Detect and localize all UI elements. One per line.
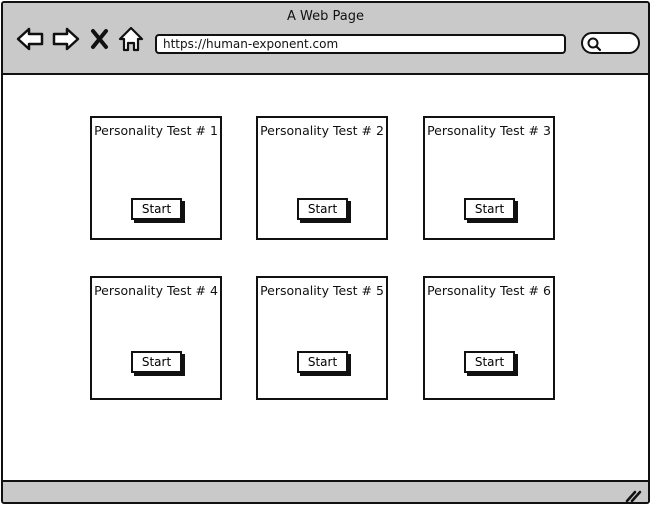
- search-icon[interactable]: [586, 36, 602, 52]
- test-card-title: Personality Test # 6: [427, 283, 551, 298]
- page-content: Personality Test # 1 Start Personality T…: [3, 75, 648, 480]
- url-field[interactable]: https://human-exponent.com: [155, 34, 566, 54]
- test-card-title: Personality Test # 3: [427, 123, 551, 138]
- test-card-3: Personality Test # 3 Start: [423, 116, 555, 240]
- window-title: A Web Page: [287, 9, 364, 24]
- test-card-title: Personality Test # 5: [260, 283, 384, 298]
- test-card-5: Personality Test # 5 Start: [256, 276, 388, 400]
- browser-window: A Web Page https://human-exponent.com Pe…: [1, 1, 650, 504]
- start-button-5[interactable]: Start: [297, 351, 348, 373]
- test-card-4: Personality Test # 4 Start: [90, 276, 222, 400]
- search-field[interactable]: [581, 32, 640, 54]
- back-arrow-icon[interactable]: [15, 25, 45, 53]
- close-icon[interactable]: [89, 25, 111, 53]
- start-button-1[interactable]: Start: [131, 198, 182, 220]
- resize-grip-icon[interactable]: [624, 487, 642, 502]
- test-card-6: Personality Test # 6 Start: [423, 276, 555, 400]
- test-card-2: Personality Test # 2 Start: [256, 116, 388, 240]
- test-card-title: Personality Test # 2: [260, 123, 384, 138]
- test-card-title: Personality Test # 1: [94, 123, 218, 138]
- forward-arrow-icon[interactable]: [51, 25, 81, 53]
- start-button-6[interactable]: Start: [464, 351, 515, 373]
- start-button-3[interactable]: Start: [464, 198, 515, 220]
- status-bar: [3, 480, 648, 502]
- home-icon[interactable]: [117, 25, 145, 53]
- start-button-4[interactable]: Start: [131, 351, 182, 373]
- browser-toolbar: A Web Page https://human-exponent.com: [3, 3, 648, 75]
- start-button-2[interactable]: Start: [297, 198, 348, 220]
- test-card-1: Personality Test # 1 Start: [90, 116, 222, 240]
- test-card-title: Personality Test # 4: [94, 283, 218, 298]
